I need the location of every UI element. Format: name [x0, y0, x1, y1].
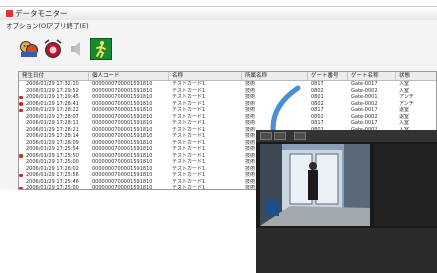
users-button[interactable] [18, 38, 40, 60]
cell-name: テストカード1 [172, 185, 206, 190]
menu-exit-app[interactable]: アプリ終了(E) [47, 21, 89, 31]
alert-marker-icon [19, 95, 23, 100]
sound-button[interactable] [66, 38, 88, 60]
alert-marker-icon [19, 173, 23, 178]
app-icon [6, 10, 13, 17]
column-header-gate-name[interactable]: ゲート名称 [348, 72, 396, 80]
viewer-side-panel [374, 144, 437, 226]
window-title: データモニター [15, 9, 68, 18]
alert-marker-icon [19, 102, 23, 106]
column-header-dept[interactable]: 所属名称 [242, 72, 308, 80]
menu-options[interactable]: オプション(O) [6, 21, 49, 31]
speaker-icon [71, 42, 80, 56]
users-icon [20, 41, 38, 57]
cell-dept: 技術 [245, 185, 256, 190]
alert-marker-icon [19, 186, 23, 189]
walking-person-icon [96, 41, 106, 58]
title-bar: データモニター [0, 7, 437, 20]
camera-feed [260, 144, 370, 226]
monitor-mode-button[interactable] [90, 38, 112, 60]
alert-marker-icon [19, 108, 23, 113]
table-header: 発生日付 個人コード 名称 所属名称 ゲート番号 ゲート名称 状態 [19, 72, 436, 81]
column-header-status[interactable]: 状態 [396, 72, 436, 80]
menu-bar: オプション(O) アプリ終了(E) [0, 21, 437, 31]
camera-button-3[interactable] [294, 132, 306, 140]
camera-viewer-window [256, 130, 437, 273]
column-header-name[interactable]: 名称 [169, 72, 242, 80]
playback-controls[interactable] [256, 228, 437, 273]
camera-button-1[interactable] [260, 132, 272, 140]
alarm-button[interactable] [42, 38, 64, 60]
viewer-toolbar [256, 130, 437, 142]
alarm-icon [44, 39, 62, 58]
alert-marker-icon [19, 154, 23, 158]
column-header-code[interactable]: 個人コード [89, 72, 169, 80]
column-header-date[interactable]: 発生日付 [19, 72, 89, 80]
toolbar [0, 33, 437, 69]
cell-date: 2006/01/29 17:25:00 [26, 185, 79, 190]
column-header-gate-no[interactable]: ゲート番号 [308, 72, 348, 80]
camera-button-2[interactable] [274, 132, 286, 140]
cell-code: 0000000700001591810 [92, 185, 153, 190]
